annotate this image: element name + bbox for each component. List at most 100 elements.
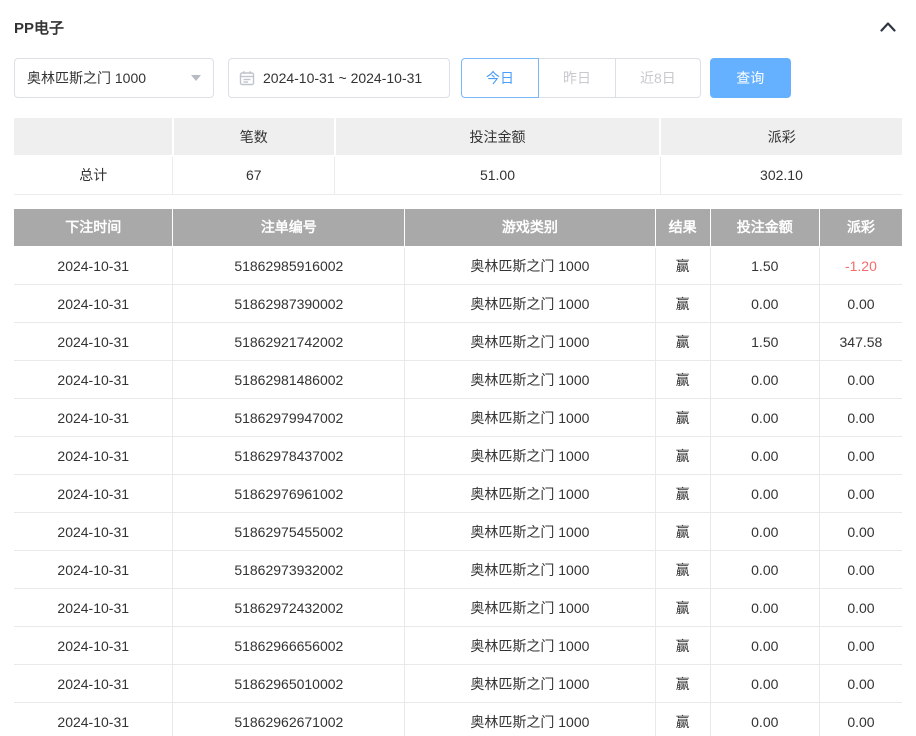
records-header-row: 下注时间 注单编号 游戏类别 结果 投注金额 派彩	[14, 209, 902, 247]
summary-total-bet-amount: 51.00	[335, 156, 661, 194]
cell-order-id: 51862962671002	[173, 703, 405, 736]
quick-filter-group: 今日 昨日 近8日	[461, 58, 701, 98]
table-row: 2024-10-31 51862979947002 奥林匹斯之门 1000 赢 …	[14, 399, 902, 437]
cell-bet-amount: 0.00	[710, 399, 819, 437]
cell-bet-time: 2024-10-31	[14, 627, 173, 665]
table-row: 2024-10-31 51862962671002 奥林匹斯之门 1000 赢 …	[14, 703, 902, 736]
cell-bet-time: 2024-10-31	[14, 665, 173, 703]
cell-bet-amount: 0.00	[710, 513, 819, 551]
page-title: PP电子	[14, 17, 64, 38]
cell-payout: 0.00	[819, 703, 902, 736]
cell-bet-time: 2024-10-31	[14, 437, 173, 475]
records-header-payout: 派彩	[819, 209, 902, 247]
cell-payout: 0.00	[819, 361, 902, 399]
game-select[interactable]: 奥林匹斯之门 1000	[14, 58, 214, 98]
cell-payout: 0.00	[819, 513, 902, 551]
cell-game-type: 奥林匹斯之门 1000	[405, 703, 655, 736]
cell-bet-time: 2024-10-31	[14, 703, 173, 736]
cell-game-type: 奥林匹斯之门 1000	[405, 627, 655, 665]
cell-game-type: 奥林匹斯之门 1000	[405, 437, 655, 475]
quick-filter-yesterday-button[interactable]: 昨日	[538, 58, 616, 98]
cell-payout: 0.00	[819, 627, 902, 665]
summary-total-row: 总计 67 51.00 302.10	[14, 156, 902, 194]
cell-game-type: 奥林匹斯之门 1000	[405, 551, 655, 589]
cell-result: 赢	[655, 513, 710, 551]
cell-payout: 0.00	[819, 399, 902, 437]
cell-result: 赢	[655, 323, 710, 361]
table-row: 2024-10-31 51862966656002 奥林匹斯之门 1000 赢 …	[14, 627, 902, 665]
cell-order-id: 51862972432002	[173, 589, 405, 627]
cell-bet-time: 2024-10-31	[14, 399, 173, 437]
table-row: 2024-10-31 51862921742002 奥林匹斯之门 1000 赢 …	[14, 323, 902, 361]
cell-bet-time: 2024-10-31	[14, 361, 173, 399]
cell-bet-amount: 0.00	[710, 437, 819, 475]
table-row: 2024-10-31 51862985916002 奥林匹斯之门 1000 赢 …	[14, 247, 902, 285]
summary-total-label: 总计	[14, 156, 173, 194]
summary-total-payout: 302.10	[660, 156, 902, 194]
chevron-up-icon	[880, 22, 896, 32]
cell-order-id: 51862975455002	[173, 513, 405, 551]
cell-order-id: 51862921742002	[173, 323, 405, 361]
cell-payout: 0.00	[819, 551, 902, 589]
quick-filter-last8days-button[interactable]: 近8日	[615, 58, 701, 98]
cell-bet-amount: 0.00	[710, 475, 819, 513]
cell-game-type: 奥林匹斯之门 1000	[405, 513, 655, 551]
game-select-value: 奥林匹斯之门 1000	[27, 68, 146, 88]
panel-header: PP电子	[14, 16, 902, 38]
cell-game-type: 奥林匹斯之门 1000	[405, 665, 655, 703]
summary-table: 笔数 投注金额 派彩 总计 67 51.00 302.10	[14, 118, 902, 195]
table-row: 2024-10-31 51862972432002 奥林匹斯之门 1000 赢 …	[14, 589, 902, 627]
cell-order-id: 51862979947002	[173, 399, 405, 437]
cell-order-id: 51862973932002	[173, 551, 405, 589]
cell-bet-amount: 0.00	[710, 589, 819, 627]
quick-filter-today-button[interactable]: 今日	[461, 58, 539, 98]
cell-result: 赢	[655, 475, 710, 513]
cell-result: 赢	[655, 703, 710, 736]
cell-payout: 0.00	[819, 437, 902, 475]
cell-payout: 0.00	[819, 475, 902, 513]
date-range-input[interactable]: 2024-10-31 ~ 2024-10-31	[228, 58, 450, 98]
collapse-button[interactable]	[876, 16, 900, 38]
cell-order-id: 51862978437002	[173, 437, 405, 475]
cell-result: 赢	[655, 437, 710, 475]
cell-game-type: 奥林匹斯之门 1000	[405, 475, 655, 513]
caret-down-icon	[191, 75, 201, 81]
cell-bet-amount: 0.00	[710, 361, 819, 399]
records-table: 下注时间 注单编号 游戏类别 结果 投注金额 派彩 2024-10-31 518…	[14, 209, 902, 736]
cell-result: 赢	[655, 551, 710, 589]
cell-bet-amount: 0.00	[710, 551, 819, 589]
table-row: 2024-10-31 51862987390002 奥林匹斯之门 1000 赢 …	[14, 285, 902, 323]
records-header-order-id: 注单编号	[173, 209, 405, 247]
query-button[interactable]: 查询	[710, 58, 791, 98]
cell-bet-amount: 0.00	[710, 665, 819, 703]
cell-order-id: 51862987390002	[173, 285, 405, 323]
cell-game-type: 奥林匹斯之门 1000	[405, 285, 655, 323]
summary-header-blank	[14, 118, 173, 156]
summary-header-count: 笔数	[173, 118, 335, 156]
cell-result: 赢	[655, 247, 710, 285]
cell-bet-time: 2024-10-31	[14, 285, 173, 323]
cell-game-type: 奥林匹斯之门 1000	[405, 589, 655, 627]
cell-result: 赢	[655, 399, 710, 437]
cell-bet-amount: 0.00	[710, 285, 819, 323]
summary-header-row: 笔数 投注金额 派彩	[14, 118, 902, 156]
cell-bet-time: 2024-10-31	[14, 323, 173, 361]
summary-header-payout: 派彩	[660, 118, 902, 156]
records-header-result: 结果	[655, 209, 710, 247]
cell-payout: 347.58	[819, 323, 902, 361]
cell-order-id: 51862976961002	[173, 475, 405, 513]
cell-game-type: 奥林匹斯之门 1000	[405, 361, 655, 399]
cell-bet-time: 2024-10-31	[14, 475, 173, 513]
table-row: 2024-10-31 51862976961002 奥林匹斯之门 1000 赢 …	[14, 475, 902, 513]
cell-payout: 0.00	[819, 589, 902, 627]
records-header-bet-amount: 投注金额	[710, 209, 819, 247]
cell-bet-amount: 0.00	[710, 703, 819, 736]
cell-order-id: 51862965010002	[173, 665, 405, 703]
cell-result: 赢	[655, 285, 710, 323]
cell-result: 赢	[655, 361, 710, 399]
calendar-icon	[239, 70, 255, 86]
cell-game-type: 奥林匹斯之门 1000	[405, 247, 655, 285]
cell-payout: 0.00	[819, 665, 902, 703]
cell-bet-time: 2024-10-31	[14, 513, 173, 551]
cell-payout: -1.20	[819, 247, 902, 285]
